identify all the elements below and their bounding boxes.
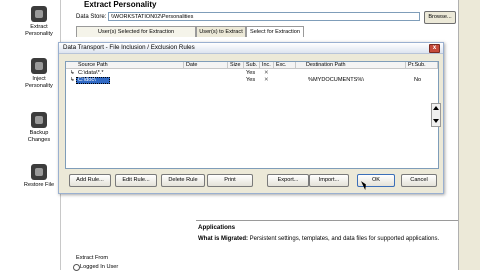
applications-heading: Applications	[198, 224, 236, 231]
grid-scrollbar[interactable]	[431, 103, 441, 127]
row2-source[interactable]: C:\doc\	[76, 77, 96, 84]
nav-inject-personality[interactable]: Inject Personality	[18, 58, 60, 90]
nav-inject-label-2: Personality	[25, 83, 53, 89]
nav-extract-label-1: Extract	[30, 24, 48, 30]
col-header-date[interactable]: Date	[184, 62, 228, 69]
nav-backup-label-2: Changes	[27, 137, 51, 143]
logged-in-label: Logged In User	[80, 264, 119, 270]
tab-users-selected[interactable]: User(s) Selected for Extraction	[76, 26, 196, 37]
cancel-button[interactable]: Cancel	[401, 174, 437, 187]
nav-backup-changes[interactable]: Backup Changes	[18, 112, 60, 144]
dialog-title: Data Transport - File Inclusion / Exclus…	[63, 44, 195, 51]
col-header-exc[interactable]: Exc.	[274, 62, 296, 69]
row2-prsub: No	[414, 77, 422, 83]
rules-dialog: Data Transport - File Inclusion / Exclus…	[58, 42, 444, 194]
col-header-inc[interactable]: Inc.	[260, 62, 274, 69]
what-migrated-label: What is Migrated:	[198, 236, 249, 242]
datastore-label: Data Store:	[76, 14, 107, 20]
print-button[interactable]: Print	[207, 174, 253, 187]
backup-icon	[31, 112, 47, 128]
restore-icon	[31, 164, 47, 180]
col-header-sub[interactable]: Sub.	[244, 62, 260, 69]
row2-destination: %MYDOCUMENTS%\	[308, 77, 364, 83]
nav-restore-label: Restore File	[23, 182, 55, 188]
nav-inject-label-1: Inject	[32, 76, 46, 82]
applications-panel	[196, 220, 458, 271]
add-rule-button[interactable]: Add Rule...	[69, 174, 111, 187]
col-header-prsub[interactable]: Pr.Sub.	[406, 62, 438, 69]
export-button[interactable]: Export...	[267, 174, 309, 187]
inject-icon	[31, 58, 47, 74]
row-arrow-icon: ↳	[70, 70, 75, 76]
dialog-close-button[interactable]: x	[429, 44, 440, 53]
col-header-source[interactable]: Source Path	[66, 62, 184, 69]
what-migrated-line: What is Migrated: Persistent settings, t…	[198, 236, 439, 242]
import-button[interactable]: Import...	[309, 174, 349, 187]
row1-source[interactable]: C:\data\*.*	[76, 70, 104, 77]
row-arrow-icon: ↳	[70, 77, 75, 83]
col-header-destination[interactable]: Destination Path	[296, 62, 406, 69]
extract-icon	[31, 6, 47, 22]
left-navigation: Extract Personality Inject Personality B…	[18, 0, 61, 270]
extract-from-label: Extract From	[76, 255, 109, 261]
rules-grid: Source Path Date Size Sub. Inc. Exc. Des…	[65, 61, 439, 169]
scroll-up-icon[interactable]	[433, 106, 439, 110]
nav-extract-label-2: Personality	[25, 31, 53, 37]
page-title: Extract Personality	[84, 0, 157, 9]
edit-rule-button[interactable]: Edit Rule...	[115, 174, 157, 187]
datastore-field[interactable]: \\WORKSTATION02\Personalities	[108, 12, 420, 21]
nav-extract-personality[interactable]: Extract Personality	[18, 6, 60, 38]
row1-inc-check-icon[interactable]: ✕	[262, 70, 269, 77]
what-migrated-text: Persistent settings, templates, and data…	[248, 236, 440, 242]
row2-inc-check-icon[interactable]: ✕	[262, 77, 269, 84]
col-header-size[interactable]: Size	[228, 62, 244, 69]
tab-select-for-extraction[interactable]: Select for Extraction	[246, 26, 304, 37]
nav-backup-label-1: Backup	[29, 130, 49, 136]
nav-restore-file[interactable]: Restore File	[18, 164, 60, 189]
scroll-down-icon[interactable]	[433, 119, 439, 123]
tab-users-to-extract[interactable]: User(s) to Extract	[196, 26, 246, 37]
row1-sub: Yes	[246, 70, 256, 76]
window-right-edge	[458, 0, 480, 270]
browse-button[interactable]: Browse...	[424, 11, 456, 24]
row2-sub: Yes	[246, 77, 256, 83]
delete-rule-button[interactable]: Delete Rule	[161, 174, 205, 187]
